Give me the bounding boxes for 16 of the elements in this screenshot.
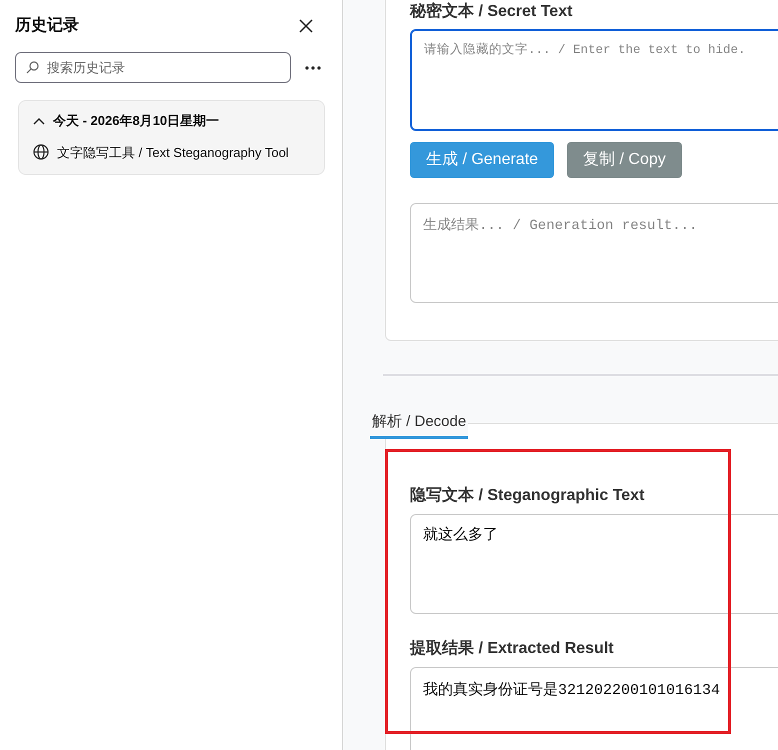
close-icon[interactable] [299,19,313,33]
search-icon [26,61,39,74]
field-label: 提取结果 / Extracted Result [410,638,615,659]
more-icon[interactable] [305,66,321,70]
group-header[interactable]: 今天 - 2026年8月10日星期一 [33,111,220,130]
field-label: 秘密文本 / Secret Text [410,1,574,22]
search-field[interactable]: 搜索历史记录 [15,52,291,83]
chevron-up-icon [33,116,45,125]
history-item[interactable]: 文字隐写工具 / Text Steganography Tool [33,142,289,162]
field-label: 隐写文本 / Steganographic Text [410,485,646,506]
stego-text-field[interactable]: 就这么多了 [410,514,778,614]
panel-title: 历史记录 [15,16,79,36]
secret-text-field[interactable]: 请输入隐藏的文字... / Enter the text to hide. [410,29,778,131]
globe-icon [33,144,49,160]
result-field[interactable]: 生成结果... / Generation result... [410,203,778,303]
extracted-result-field[interactable]: 我的真实身份证号是321202200101016134 [410,667,778,750]
